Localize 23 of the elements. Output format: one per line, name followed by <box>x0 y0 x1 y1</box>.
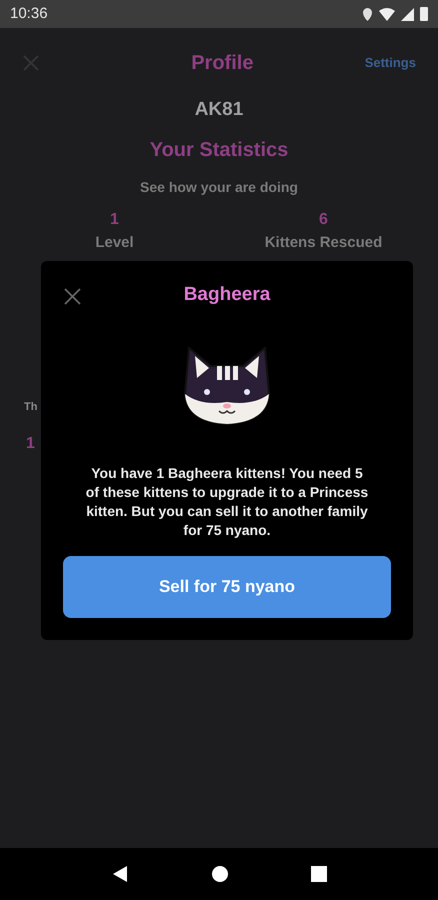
stat-value: 1 <box>26 434 35 454</box>
back-icon[interactable] <box>111 865 129 883</box>
close-icon[interactable] <box>64 288 81 305</box>
stat-value: 1 <box>110 210 119 230</box>
stat-value: 6 <box>319 210 328 230</box>
statistics-title: Your Statistics <box>150 138 288 162</box>
modal-title: Bagheera <box>184 283 270 307</box>
username: AK81 <box>194 98 244 122</box>
stat-label: Kittens Rescued <box>264 232 382 252</box>
battery-icon <box>420 7 428 21</box>
settings-link[interactable]: Settings <box>364 53 416 73</box>
signal-icon <box>401 8 414 20</box>
home-icon[interactable] <box>211 865 229 883</box>
statistics-subtitle: See how your are doing <box>140 178 298 197</box>
modal-message: You have 1 Bagheera kittens! You need 5 of these kittens to upgrade it to a Princess kitten. But you can sell it to another family for 75 nyano. <box>84 464 370 540</box>
status-time: 10:36 <box>10 4 48 24</box>
sell-button[interactable]: Sell for 75 nyano <box>63 556 391 618</box>
background-text: Th <box>24 400 38 415</box>
stat-label: Level <box>95 232 134 252</box>
wifi-icon <box>379 8 395 20</box>
location-icon <box>362 6 373 22</box>
page-title: Profile <box>191 51 254 76</box>
cat-face-icon <box>181 344 273 426</box>
